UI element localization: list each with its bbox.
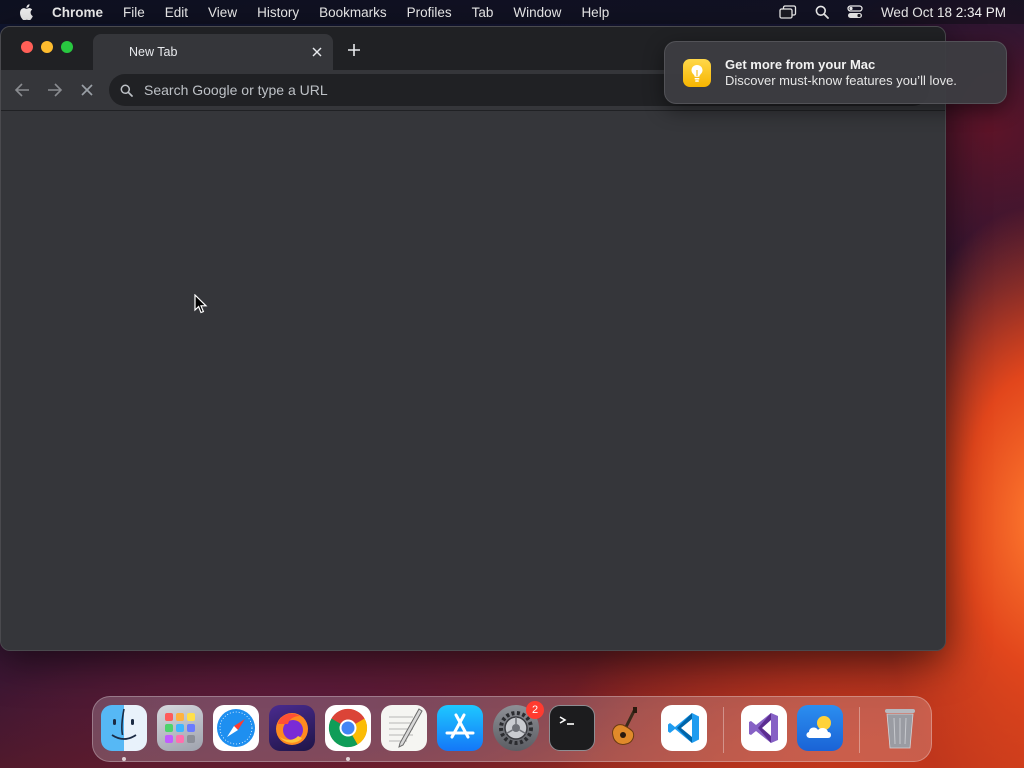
dock-vscode-icon[interactable] <box>661 705 707 751</box>
tab-new-tab[interactable]: New Tab <box>93 34 333 70</box>
dock-chrome-icon[interactable] <box>325 705 371 761</box>
menu-view[interactable]: View <box>208 5 237 20</box>
menu-file[interactable]: File <box>123 5 145 20</box>
dock-firefox-icon[interactable] <box>269 705 315 751</box>
menu-edit[interactable]: Edit <box>165 5 188 20</box>
menu-tab[interactable]: Tab <box>472 5 494 20</box>
running-indicator <box>122 757 126 761</box>
dock-separator <box>723 707 724 753</box>
dock-separator <box>859 707 860 753</box>
menu-history[interactable]: History <box>257 5 299 20</box>
dock-system-settings-icon[interactable]: 2 <box>493 701 544 751</box>
zoom-window-button[interactable] <box>61 41 73 53</box>
menu-bookmarks[interactable]: Bookmarks <box>319 5 387 20</box>
search-icon <box>120 84 133 97</box>
back-arrow-icon[interactable] <box>12 80 32 100</box>
dock-trash-icon[interactable] <box>877 705 923 751</box>
notification-badge: 2 <box>526 701 544 719</box>
dock-textedit-icon[interactable] <box>381 705 427 751</box>
dock-safari-icon[interactable] <box>213 705 259 751</box>
mouse-cursor-icon <box>194 293 208 319</box>
chrome-window: New Tab <box>0 26 946 651</box>
dock-terminal-icon[interactable] <box>549 705 595 751</box>
dock: 2 <box>92 696 932 762</box>
notification-text: Get more from your Mac Discover must-kno… <box>725 57 957 89</box>
forward-arrow-icon[interactable] <box>45 80 65 100</box>
spotlight-search-icon[interactable] <box>815 5 829 19</box>
notification-body: Discover must-know features you’ll love. <box>725 72 957 88</box>
screen-mirroring-icon[interactable] <box>779 5 797 19</box>
menu-window[interactable]: Window <box>513 5 561 20</box>
dock-app-store-icon[interactable] <box>437 705 483 751</box>
close-window-button[interactable] <box>21 41 33 53</box>
menu-clock[interactable]: Wed Oct 18 2:34 PM <box>881 5 1006 20</box>
apple-menu-icon[interactable] <box>19 4 33 20</box>
menu-bar: Chrome File Edit View History Bookmarks … <box>0 0 1024 24</box>
control-center-icon[interactable] <box>847 5 863 19</box>
close-tab-icon[interactable] <box>309 44 325 60</box>
dock-launchpad-icon[interactable] <box>157 705 203 751</box>
dock-garageband-icon[interactable] <box>605 705 651 751</box>
dock-visual-studio-icon[interactable] <box>741 705 787 751</box>
menu-app-chrome[interactable]: Chrome <box>52 5 103 20</box>
running-indicator <box>346 757 350 761</box>
window-controls <box>21 41 73 53</box>
status-area: Wed Oct 18 2:34 PM <box>779 0 1006 24</box>
notification-title: Get more from your Mac <box>725 56 876 72</box>
page-content-area[interactable] <box>1 111 945 650</box>
new-tab-plus-icon[interactable] <box>345 41 363 59</box>
minimize-window-button[interactable] <box>41 41 53 53</box>
tab-title: New Tab <box>129 45 178 59</box>
tips-lightbulb-icon <box>683 58 711 87</box>
dock-weather-icon[interactable] <box>797 705 843 751</box>
menu-profiles[interactable]: Profiles <box>407 5 452 20</box>
dock-finder-icon[interactable] <box>101 705 147 761</box>
menu-help[interactable]: Help <box>581 5 609 20</box>
tips-notification[interactable]: Get more from your Mac Discover must-kno… <box>664 41 1007 104</box>
stop-loading-icon[interactable] <box>77 80 97 100</box>
